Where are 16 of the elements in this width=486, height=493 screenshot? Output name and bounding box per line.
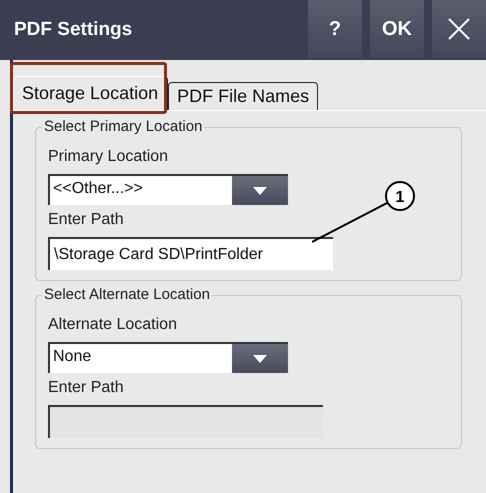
- dropdown-value: None: [52, 347, 92, 367]
- tab[interactable]: Storage Location: [13, 76, 168, 110]
- help-button[interactable]: ?: [308, 0, 362, 58]
- dropdown[interactable]: <<Other...>>: [48, 174, 288, 205]
- group-title: Select Primary Location: [42, 118, 204, 135]
- tab[interactable]: PDF File Names: [168, 82, 318, 110]
- callout-number: 1: [396, 189, 404, 206]
- path-field[interactable]: \Storage Card SD\PrintFolder: [48, 237, 333, 270]
- window-title: PDF Settings: [13, 19, 132, 41]
- dropdown[interactable]: None: [48, 342, 288, 373]
- field-label: Enter Path: [48, 379, 125, 397]
- field-label: Alternate Location: [48, 316, 178, 334]
- field-label: Primary Location: [48, 148, 170, 166]
- dropdown-value: <<Other...>>: [52, 179, 144, 199]
- ok-button[interactable]: OK: [370, 0, 424, 58]
- field-label: Enter Path: [48, 211, 125, 229]
